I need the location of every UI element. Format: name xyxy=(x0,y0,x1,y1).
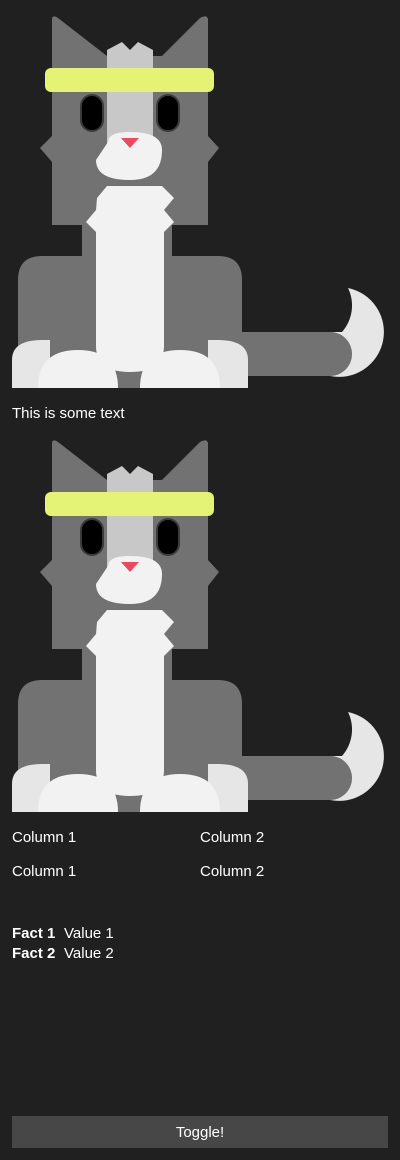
fact-value: Value 1 xyxy=(64,925,114,942)
cat-illustration xyxy=(12,440,384,812)
column-set: Column 1 Column 2 xyxy=(12,863,388,880)
adaptive-card: This is some text Column 1 Column 2 Colu… xyxy=(0,0,400,1160)
column-2: Column 2 xyxy=(200,829,265,846)
fact-title: Fact 2 xyxy=(12,945,56,962)
fact-set: Fact 1 Value 1 Fact 2 Value 2 xyxy=(12,924,114,964)
text-block: This is some text xyxy=(12,405,125,422)
cat-illustration xyxy=(12,16,384,388)
toggle-button[interactable]: Toggle! xyxy=(12,1116,388,1148)
column-1: Column 1 xyxy=(12,829,77,846)
column-set: Column 1 Column 2 xyxy=(12,829,388,846)
fact-row: Fact 1 Value 1 xyxy=(12,924,114,944)
fact-row: Fact 2 Value 2 xyxy=(12,944,114,964)
fact-title: Fact 1 xyxy=(12,925,56,942)
fact-value: Value 2 xyxy=(64,945,114,962)
column-1: Column 1 xyxy=(12,863,77,880)
cat-image xyxy=(12,10,388,390)
cat-image xyxy=(12,434,388,814)
column-2: Column 2 xyxy=(200,863,265,880)
